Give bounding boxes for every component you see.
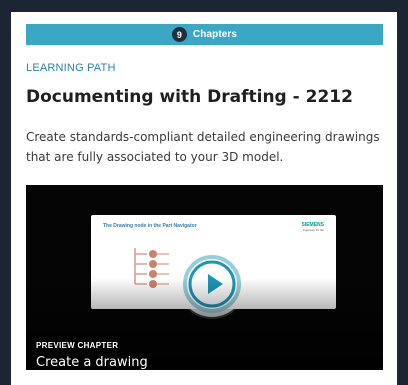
learning-path-label: LEARNING PATH bbox=[26, 62, 116, 74]
chapters-label: Chapters bbox=[192, 29, 238, 40]
play-button[interactable] bbox=[179, 251, 245, 317]
course-description: Create standards-compliant detailed engi… bbox=[26, 130, 380, 164]
siemens-logo: SIEMENS Ingenuity for life bbox=[301, 222, 324, 232]
chapters-banner: 9 Chapters bbox=[26, 24, 383, 45]
preview-chapter-label: PREVIEW CHAPTER bbox=[36, 341, 119, 350]
tree-node-icon bbox=[134, 248, 169, 288]
play-icon[interactable] bbox=[179, 251, 245, 317]
siemens-tagline: Ingenuity for life bbox=[302, 227, 324, 232]
preview-video[interactable]: The Drawing node in the Part Navigator S… bbox=[26, 185, 383, 370]
learning-path-card[interactable]: 9 Chapters LEARNING PATH Documenting wit… bbox=[11, 12, 397, 385]
chapter-title[interactable]: Create a drawing bbox=[36, 355, 148, 370]
chapters-count-badge: 9 bbox=[171, 27, 187, 42]
course-title[interactable]: Documenting with Drafting - 2212 bbox=[26, 87, 386, 107]
slide-title: The Drawing node in the Part Navigator bbox=[103, 223, 197, 229]
